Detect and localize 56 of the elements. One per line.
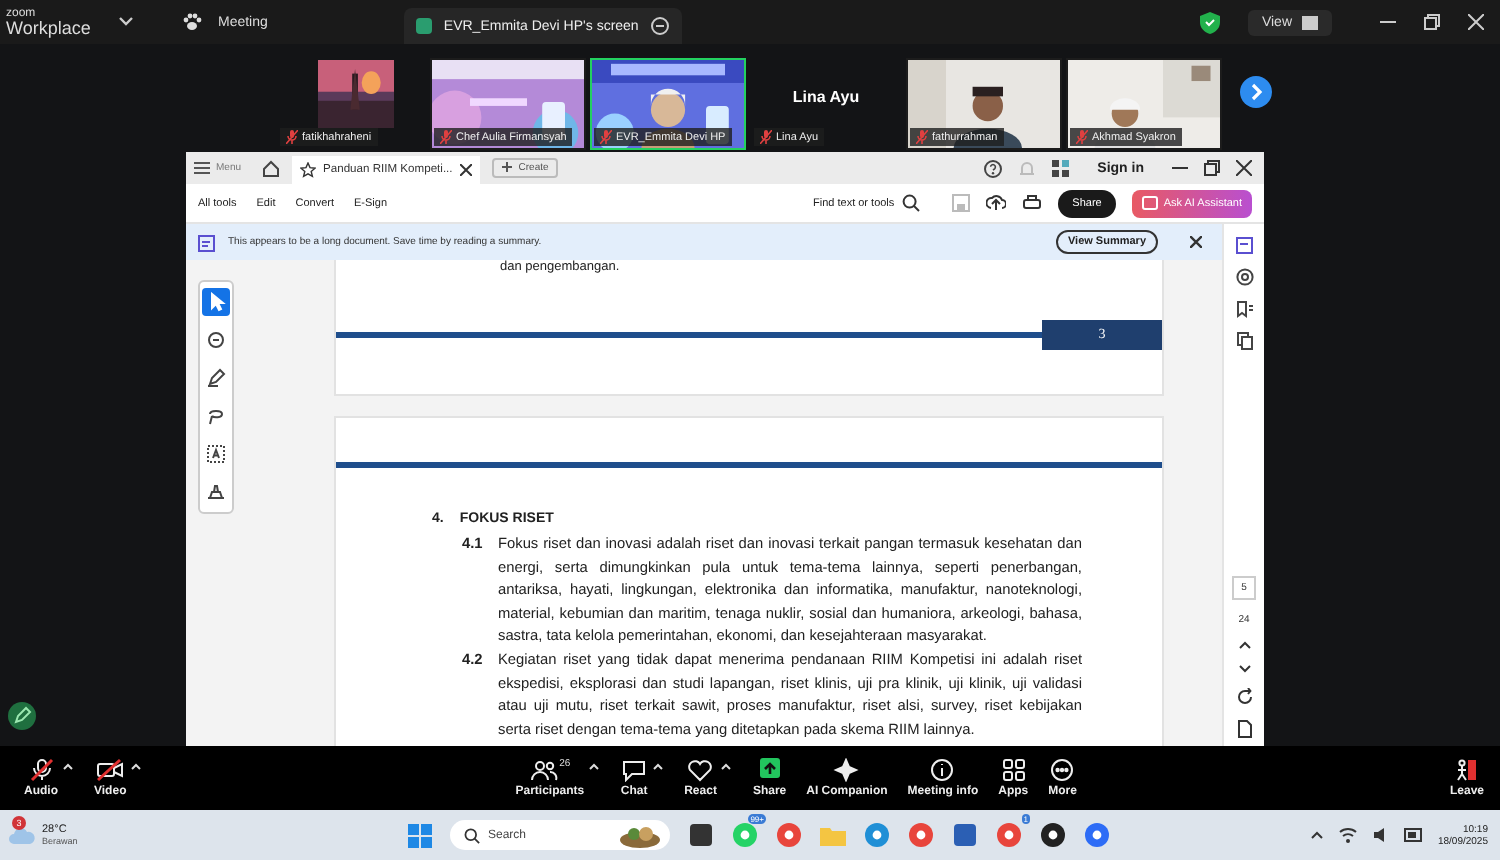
participant-name: Lina Ayu <box>792 87 860 105</box>
bookmark-icon[interactable] <box>1235 300 1253 318</box>
shield-icon[interactable] <box>1199 11 1220 33</box>
people-icon <box>529 758 558 782</box>
close-icon[interactable] <box>1236 160 1252 176</box>
window-icon[interactable] <box>688 822 714 848</box>
app-name: Workplace <box>6 19 93 37</box>
caret-icon[interactable] <box>130 762 143 770</box>
info-icon <box>928 758 957 782</box>
chat-icon <box>1141 195 1158 211</box>
plus-icon <box>502 162 513 172</box>
caret-icon[interactable] <box>720 762 733 770</box>
home-icon[interactable] <box>261 159 280 177</box>
cloud-icon <box>8 825 36 845</box>
chevron-up-icon[interactable] <box>1237 640 1251 650</box>
print-icon[interactable] <box>1022 194 1043 212</box>
search-icon <box>464 827 480 843</box>
star-icon[interactable] <box>299 162 316 178</box>
chevron-down-icon[interactable] <box>1237 664 1251 674</box>
chevron-up-icon[interactable] <box>1309 830 1324 840</box>
pointer-icon[interactable] <box>202 288 230 316</box>
video-app-icon[interactable] <box>1084 822 1110 848</box>
caret-icon[interactable] <box>652 762 665 770</box>
share-badge-icon <box>415 18 432 34</box>
restore-icon[interactable] <box>1204 160 1220 176</box>
leave-icon <box>1452 758 1481 782</box>
heart-icon <box>686 758 715 782</box>
browser-icon[interactable] <box>776 822 802 848</box>
sparkle-icon <box>832 758 861 782</box>
close-icon[interactable] <box>460 164 473 176</box>
paw-icon <box>182 12 202 32</box>
close-icon[interactable] <box>1190 236 1202 248</box>
network-icon[interactable] <box>1337 826 1358 844</box>
help-icon[interactable] <box>983 159 1002 177</box>
browser-icon[interactable] <box>996 822 1022 848</box>
search-highlight-icon <box>618 823 662 847</box>
search-icon[interactable] <box>902 194 921 212</box>
pen-icon[interactable] <box>202 364 230 392</box>
grid-icon <box>1302 15 1318 29</box>
apps-grid-icon[interactable] <box>1051 159 1070 177</box>
text-box-icon[interactable] <box>202 440 230 468</box>
upload-icon[interactable] <box>986 194 1007 212</box>
start-icon[interactable] <box>408 823 432 847</box>
caret-icon[interactable] <box>588 762 601 770</box>
document-icon[interactable] <box>1235 720 1253 738</box>
refresh-icon[interactable] <box>1235 688 1253 706</box>
apps-icon <box>999 758 1028 782</box>
browser-icon[interactable] <box>908 822 934 848</box>
summary-icon[interactable] <box>1235 236 1253 254</box>
caret-icon[interactable] <box>62 762 74 770</box>
summary-icon <box>198 233 216 251</box>
battery-icon[interactable] <box>1403 828 1424 842</box>
chat-bubble-icon <box>620 758 649 782</box>
pages-icon[interactable] <box>1235 332 1253 350</box>
pencil-icon[interactable] <box>8 702 36 730</box>
speaker-icon[interactable] <box>1371 826 1390 844</box>
